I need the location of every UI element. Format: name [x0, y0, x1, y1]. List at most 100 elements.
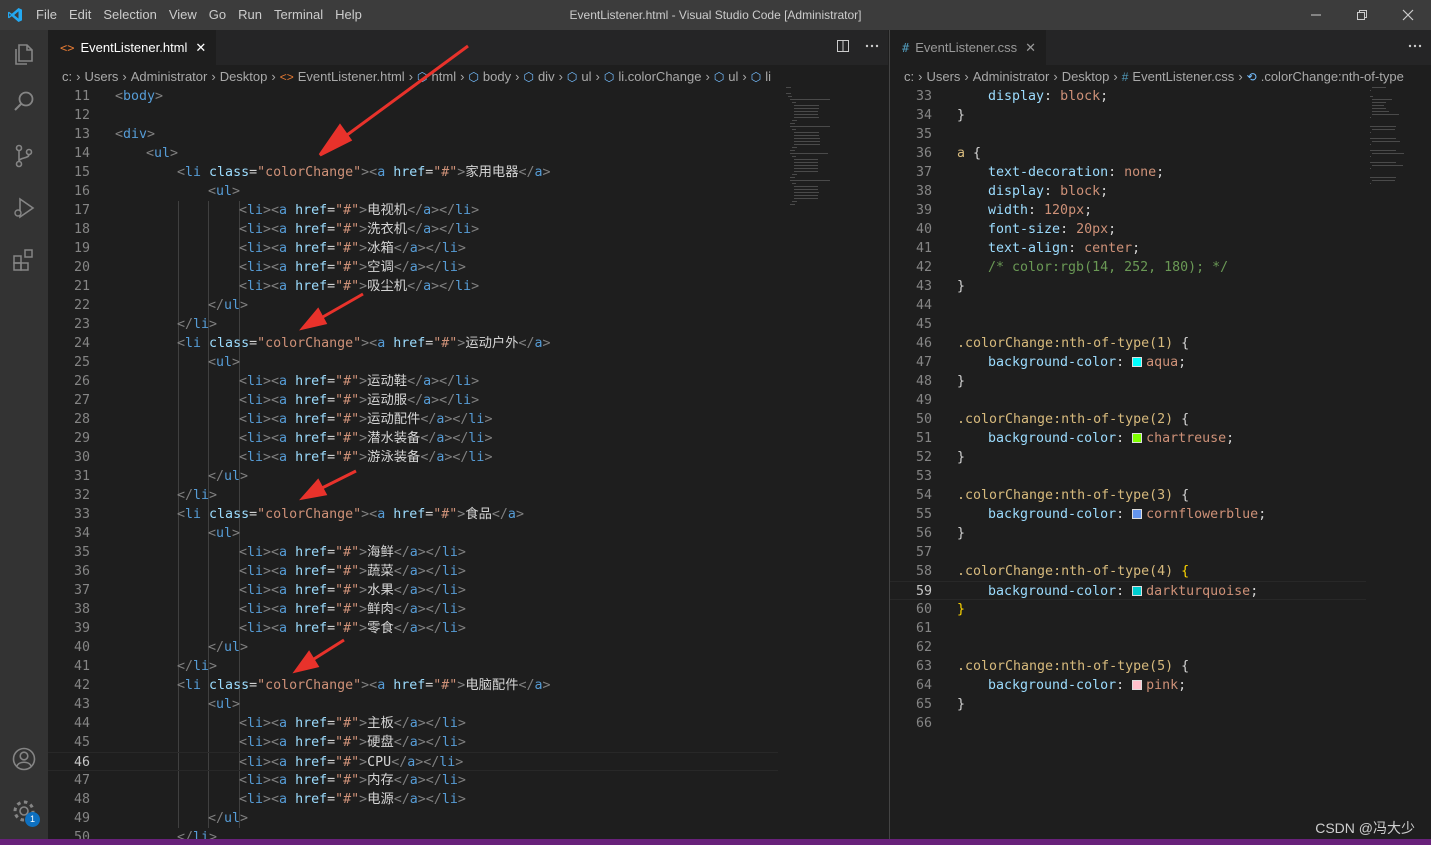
code-line[interactable]: 12: [48, 106, 888, 125]
menu-run[interactable]: Run: [232, 0, 268, 30]
breadcrumb-item[interactable]: # EventListener.css: [1122, 69, 1235, 84]
code-line[interactable]: 64 background-color: pink;: [890, 676, 1431, 695]
menu-view[interactable]: View: [163, 0, 203, 30]
code-line[interactable]: 48}: [890, 372, 1431, 391]
breadcrumb-item[interactable]: Users: [84, 69, 118, 84]
breadcrumb-item[interactable]: ⬡ div: [523, 69, 554, 84]
code-line[interactable]: 47 <li><a href="#">内存</a></li>: [48, 771, 888, 790]
code-line[interactable]: 60}: [890, 600, 1431, 619]
code-line[interactable]: 40 font-size: 20px;: [890, 220, 1431, 239]
code-line[interactable]: 33 display: block;: [890, 87, 1431, 106]
breadcrumb-item[interactable]: <> EventListener.html: [280, 69, 405, 84]
tab-eventlistener-html[interactable]: <> EventListener.html ✕: [48, 30, 217, 65]
menu-file[interactable]: File: [30, 0, 63, 30]
color-swatch[interactable]: [1132, 357, 1143, 367]
more-actions-icon[interactable]: [1407, 38, 1423, 57]
code-line[interactable]: 49 </ul>: [48, 809, 888, 828]
menu-help[interactable]: Help: [329, 0, 368, 30]
code-line[interactable]: 25 <ul>: [48, 353, 888, 372]
code-line[interactable]: 53: [890, 467, 1431, 486]
code-line[interactable]: 32 </li>: [48, 486, 888, 505]
code-line[interactable]: 54 .colorChange:nth-of-type(3) {: [890, 486, 1431, 505]
accounts-icon[interactable]: [0, 735, 48, 783]
code-line[interactable]: 36 a {: [890, 144, 1431, 163]
explorer-icon[interactable]: [0, 30, 48, 78]
minimize-icon[interactable]: [1293, 0, 1339, 30]
code-line[interactable]: 62: [890, 638, 1431, 657]
code-line[interactable]: 22 </ul>: [48, 296, 888, 315]
code-line[interactable]: 37 text-decoration: none;: [890, 163, 1431, 182]
code-line[interactable]: 18 <li><a href="#">洗衣机</a></li>: [48, 220, 888, 239]
code-line[interactable]: 11 <body>: [48, 87, 888, 106]
code-line[interactable]: 65}: [890, 695, 1431, 714]
breadcrumb-item[interactable]: ⬡ li: [751, 69, 771, 84]
breadcrumb-item[interactable]: ⬡ body: [468, 69, 511, 84]
code-line[interactable]: 37 <li><a href="#">水果</a></li>: [48, 581, 888, 600]
code-line[interactable]: 46 <li><a href="#">CPU</a></li>: [48, 752, 778, 771]
code-line[interactable]: 47 background-color: aqua;: [890, 353, 1431, 372]
code-line[interactable]: 38 <li><a href="#">鲜肉</a></li>: [48, 600, 888, 619]
code-line[interactable]: 55 background-color: cornflowerblue;: [890, 505, 1431, 524]
run-debug-icon[interactable]: [0, 184, 48, 232]
code-line[interactable]: 33 <li class="colorChange"><a href="#">食品…: [48, 505, 888, 524]
code-line[interactable]: 31 </ul>: [48, 467, 888, 486]
code-line[interactable]: 14 <ul>: [48, 144, 888, 163]
breadcrumb-item[interactable]: ⬡ ul: [567, 69, 592, 84]
code-line[interactable]: 16 <ul>: [48, 182, 888, 201]
tab-eventlistener-css[interactable]: # EventListener.css ✕: [890, 30, 1047, 65]
breadcrumb-item[interactable]: ⬡ html: [417, 69, 456, 84]
close-icon[interactable]: [1385, 0, 1431, 30]
split-editor-icon[interactable]: [836, 38, 850, 57]
breadcrumb-item[interactable]: c:: [62, 69, 72, 84]
code-line[interactable]: 58 .colorChange:nth-of-type(4) {: [890, 562, 1431, 581]
close-tab-icon[interactable]: ✕: [195, 40, 206, 56]
code-line[interactable]: 36 <li><a href="#">蔬菜</a></li>: [48, 562, 888, 581]
breadcrumb-item[interactable]: Administrator: [131, 69, 208, 84]
menu-edit[interactable]: Edit: [63, 0, 97, 30]
extensions-icon[interactable]: [0, 236, 48, 284]
code-line[interactable]: 21 <li><a href="#">吸尘机</a></li>: [48, 277, 888, 296]
code-line[interactable]: 35: [890, 125, 1431, 144]
minimap[interactable]: [786, 87, 876, 287]
settings-gear-icon[interactable]: [0, 787, 48, 835]
code-line[interactable]: 26 <li><a href="#">运动鞋</a></li>: [48, 372, 888, 391]
restore-icon[interactable]: [1339, 0, 1385, 30]
breadcrumb-item[interactable]: c:: [904, 69, 914, 84]
code-line[interactable]: 41 text-align: center;: [890, 239, 1431, 258]
menu-terminal[interactable]: Terminal: [268, 0, 329, 30]
code-line[interactable]: 46 .colorChange:nth-of-type(1) {: [890, 334, 1431, 353]
more-actions-icon[interactable]: [864, 38, 880, 57]
code-line[interactable]: 34 <ul>: [48, 524, 888, 543]
code-line[interactable]: 24 <li class="colorChange"><a href="#">运动…: [48, 334, 888, 353]
code-line[interactable]: 63 .colorChange:nth-of-type(5) {: [890, 657, 1431, 676]
code-line[interactable]: 43 <ul>: [48, 695, 888, 714]
code-line[interactable]: 51 background-color: chartreuse;: [890, 429, 1431, 448]
code-line[interactable]: 45: [890, 315, 1431, 334]
code-line[interactable]: 38 display: block;: [890, 182, 1431, 201]
code-line[interactable]: 40 </ul>: [48, 638, 888, 657]
code-line[interactable]: 66: [890, 714, 1431, 733]
code-line[interactable]: 34}: [890, 106, 1431, 125]
color-swatch[interactable]: [1132, 586, 1143, 596]
code-line[interactable]: 23 </li>: [48, 315, 888, 334]
code-line[interactable]: 44 <li><a href="#">主板</a></li>: [48, 714, 888, 733]
code-line[interactable]: 19 <li><a href="#">冰箱</a></li>: [48, 239, 888, 258]
code-line[interactable]: 20 <li><a href="#">空调</a></li>: [48, 258, 888, 277]
code-line[interactable]: 15 <li class="colorChange"><a href="#">家用…: [48, 163, 888, 182]
code-line[interactable]: 52}: [890, 448, 1431, 467]
code-line[interactable]: 39 <li><a href="#">零食</a></li>: [48, 619, 888, 638]
breadcrumb-item[interactable]: Users: [926, 69, 960, 84]
code-line[interactable]: 45 <li><a href="#">硬盘</a></li>: [48, 733, 888, 752]
source-control-icon[interactable]: [0, 132, 48, 180]
code-line[interactable]: 48 <li><a href="#">电源</a></li>: [48, 790, 888, 809]
code-line[interactable]: 49: [890, 391, 1431, 410]
color-swatch[interactable]: [1132, 680, 1143, 690]
code-line[interactable]: 57: [890, 543, 1431, 562]
code-line[interactable]: 43}: [890, 277, 1431, 296]
search-icon[interactable]: [0, 78, 48, 126]
vscode-logo-icon[interactable]: [0, 0, 30, 30]
code-line[interactable]: 50 .colorChange:nth-of-type(2) {: [890, 410, 1431, 429]
color-swatch[interactable]: [1132, 433, 1143, 443]
minimap[interactable]: [1370, 87, 1420, 227]
code-line[interactable]: 42 <li class="colorChange"><a href="#">电脑…: [48, 676, 888, 695]
